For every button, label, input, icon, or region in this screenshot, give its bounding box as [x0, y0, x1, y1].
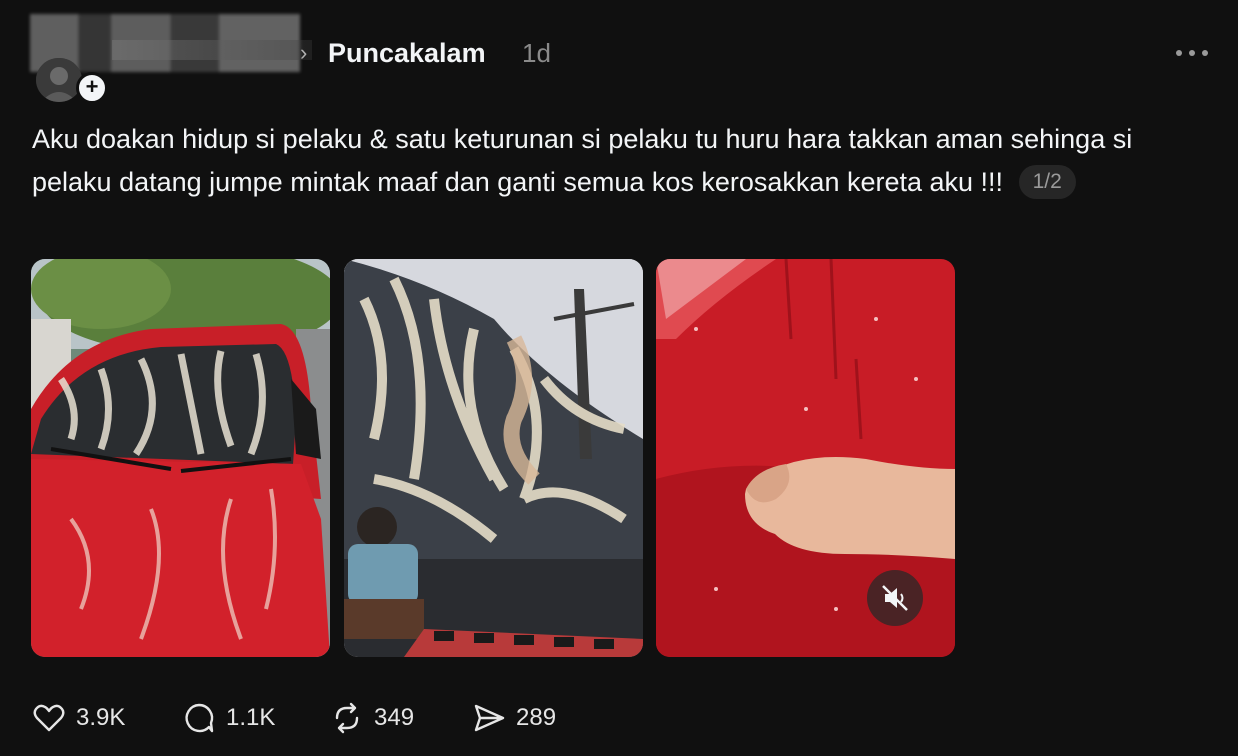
post-time: 1d	[522, 38, 551, 68]
post-header: + › Puncakalam 1d	[0, 0, 1238, 104]
page-indicator: 1/2	[1018, 164, 1076, 199]
post-text: Aku doakan hidup si pelaku & satu keturu…	[32, 124, 1133, 197]
author-avatar-area[interactable]: +	[30, 14, 312, 104]
heart-icon	[33, 704, 65, 732]
post-body: Aku doakan hidup si pelaku & satu keturu…	[32, 118, 1212, 204]
share-button[interactable]: 289	[472, 690, 556, 746]
repost-icon	[335, 702, 359, 734]
like-button[interactable]: 3.9K	[32, 690, 125, 746]
chevron-right-icon: ›	[300, 40, 308, 65]
comment-icon	[185, 703, 214, 733]
avatar[interactable]	[36, 58, 82, 102]
more-options-icon[interactable]	[1172, 40, 1212, 66]
comment-button[interactable]: 1.1K	[182, 690, 275, 746]
send-icon	[474, 704, 505, 732]
media-image-2[interactable]	[344, 259, 643, 657]
repost-count: 349	[374, 704, 415, 731]
comment-count: 1.1K	[226, 704, 276, 731]
repost-button[interactable]: 349	[330, 690, 414, 746]
share-count: 289	[516, 704, 557, 731]
speaker-muted-icon[interactable]	[867, 570, 923, 626]
blurred-username-extra	[112, 40, 312, 60]
community-name[interactable]: Puncakalam	[328, 38, 486, 69]
post-actions: 3.9K 1.1K 349 289	[0, 690, 1238, 746]
media-image-1[interactable]	[31, 259, 330, 657]
follow-plus-icon[interactable]: +	[76, 72, 108, 104]
like-count: 3.9K	[76, 704, 126, 731]
